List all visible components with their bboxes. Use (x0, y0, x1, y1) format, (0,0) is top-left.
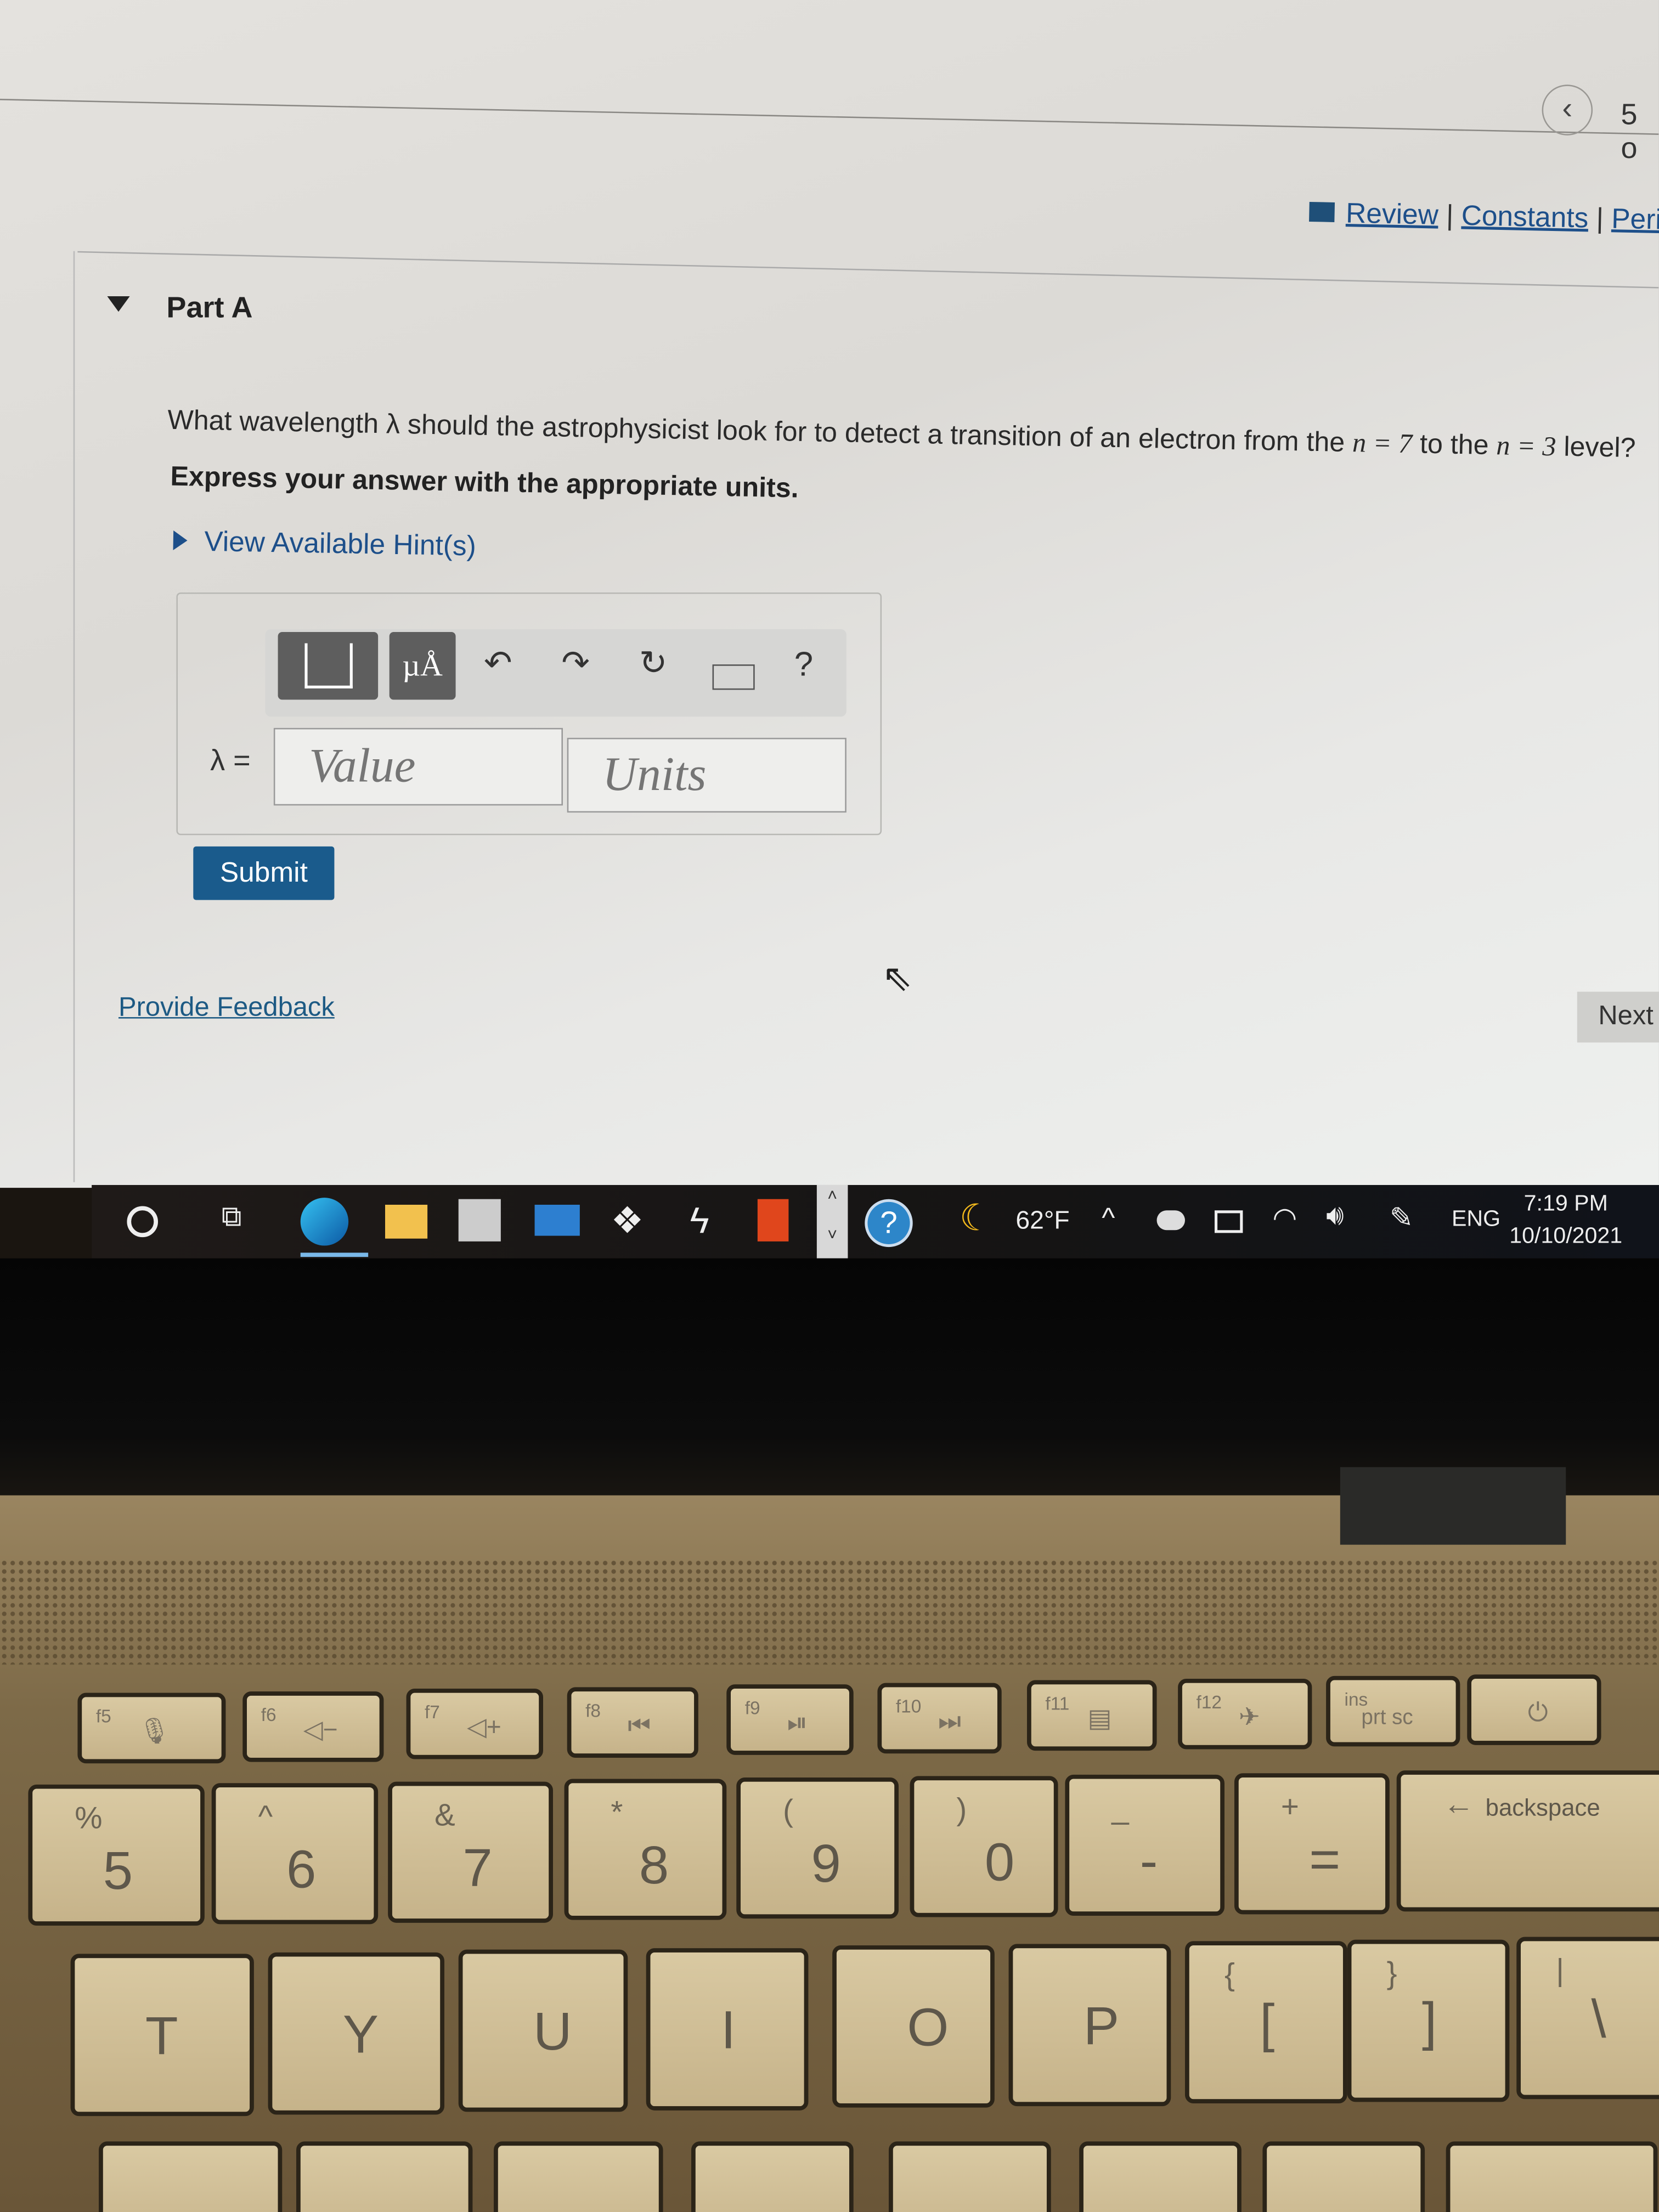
bottom-row-key[interactable] (1262, 2141, 1425, 2212)
fn-label: f11 (1045, 1692, 1070, 1714)
previous-track-icon: ⏮︎ (628, 1710, 651, 1739)
key-label: ] (1421, 1993, 1437, 2052)
fn-label: f10 (895, 1695, 922, 1717)
shift-label: } (1386, 1954, 1397, 1990)
fn-label: f7 (424, 1701, 440, 1723)
bottom-row-key[interactable] (888, 2141, 1051, 2212)
key-label: I (720, 2001, 736, 2061)
number-key[interactable]: & 7 (388, 1781, 553, 1922)
shift-label: + (1280, 1788, 1299, 1824)
function-key[interactable]: f9 ⏯︎ (726, 1684, 854, 1755)
keyboard: f5 🎙︎ f6 ◁− f7 ◁+ f8 ⏮︎ f9 ⏯︎ f10 ⏭︎ f11 ▤ f12 ✈︎ ins prt… (0, 0, 1659, 2212)
bottom-row-key[interactable] (1446, 2141, 1658, 2212)
bottom-row-key[interactable] (691, 2141, 854, 2212)
number-key[interactable]: ) 0 (910, 1776, 1058, 1917)
function-key[interactable]: f8 ⏮︎ (567, 1686, 698, 1757)
letter-key[interactable]: {[ (1184, 1941, 1347, 2103)
mic-mute-icon: 🎙︎ (138, 1717, 171, 1745)
keyboard-light-icon: ▤ (1087, 1704, 1112, 1733)
letter-key[interactable]: T (70, 1954, 254, 2117)
function-key[interactable]: f7 ◁+ (406, 1688, 543, 1759)
key-label: U (533, 2003, 572, 2063)
fn-label: f9 (744, 1697, 760, 1718)
bottom-row-key[interactable] (1079, 2141, 1242, 2212)
play-pause-icon: ⏯︎ (787, 1708, 808, 1737)
volume-up-icon: ◁+ (467, 1712, 501, 1741)
number-key[interactable]: + = (1234, 1773, 1390, 1914)
key-label: [ (1260, 1994, 1275, 2054)
key-label: 7 (462, 1839, 493, 1899)
key-label: backspace (1485, 1795, 1600, 1822)
function-key[interactable]: f6 ◁− (242, 1690, 384, 1762)
volume-down-icon: ◁− (303, 1714, 338, 1743)
fn-label: f12 (1196, 1690, 1222, 1712)
key-label: prt sc (1361, 1705, 1413, 1730)
shift-label: { (1224, 1956, 1235, 1992)
bottom-row-key[interactable] (98, 2141, 283, 2212)
shift-label: _ (1111, 1790, 1129, 1825)
fn-label: f6 (261, 1703, 276, 1725)
key-label: O (907, 1999, 949, 2058)
number-key[interactable]: * 8 (564, 1779, 727, 1921)
bottom-row-key[interactable] (296, 2141, 473, 2212)
shift-label: ← (1443, 1786, 1475, 1822)
key-label: = (1309, 1830, 1341, 1890)
airplane-icon: ✈︎ (1238, 1702, 1260, 1730)
letter-key[interactable]: P (1008, 1943, 1171, 2106)
fn-label: f5 (95, 1705, 111, 1727)
function-key[interactable]: f5 🎙︎ (77, 1692, 226, 1764)
number-key[interactable]: ^ 6 (211, 1782, 379, 1924)
number-key[interactable]: (9 (736, 1778, 899, 1919)
bottom-row-key[interactable] (493, 2141, 663, 2212)
letter-key[interactable]: | \ (1516, 1937, 1659, 2100)
key-label: Y (342, 2005, 379, 2065)
function-key[interactable]: f12 ✈︎ (1178, 1678, 1312, 1749)
letter-key[interactable]: U (458, 1949, 628, 2112)
function-key[interactable]: f10 ⏭︎ (877, 1682, 1002, 1753)
key-label: 5 (103, 1842, 133, 1902)
shift-label: % (75, 1800, 103, 1836)
shift-label: ^ (258, 1798, 273, 1834)
number-key[interactable]: ← backspace (1396, 1771, 1659, 1912)
key-label: \ (1591, 1990, 1606, 2050)
shift-label: ) (956, 1791, 967, 1827)
key-label: 0 (984, 1833, 1015, 1893)
number-key[interactable]: _ - (1065, 1774, 1224, 1916)
key-label: - (1139, 1832, 1158, 1892)
function-key[interactable]: f11 ▤ (1026, 1680, 1157, 1751)
letter-key[interactable]: O (832, 1945, 995, 2108)
letter-key[interactable]: I (646, 1947, 809, 2110)
function-key[interactable]: ⏻ (1467, 1673, 1601, 1745)
letter-key[interactable]: Y (268, 1951, 444, 2114)
key-label: 8 (639, 1837, 669, 1897)
next-track-icon: ⏭︎ (938, 1706, 961, 1735)
key-label: 6 (286, 1841, 317, 1900)
shift-label: & (434, 1796, 455, 1832)
shift-label: ( (783, 1793, 793, 1829)
key-label: P (1083, 1996, 1120, 2056)
shift-label: | (1556, 1952, 1564, 1988)
letter-key[interactable]: }] (1347, 1939, 1510, 2102)
fn-label: f8 (585, 1699, 601, 1720)
key-label: 9 (811, 1835, 841, 1895)
number-key[interactable]: % 5 (28, 1784, 205, 1926)
function-key[interactable]: ins prt sc (1326, 1675, 1460, 1747)
power-icon: ⏻ (1527, 1697, 1548, 1726)
key-label: T (145, 2007, 178, 2067)
shift-label: * (611, 1795, 623, 1831)
